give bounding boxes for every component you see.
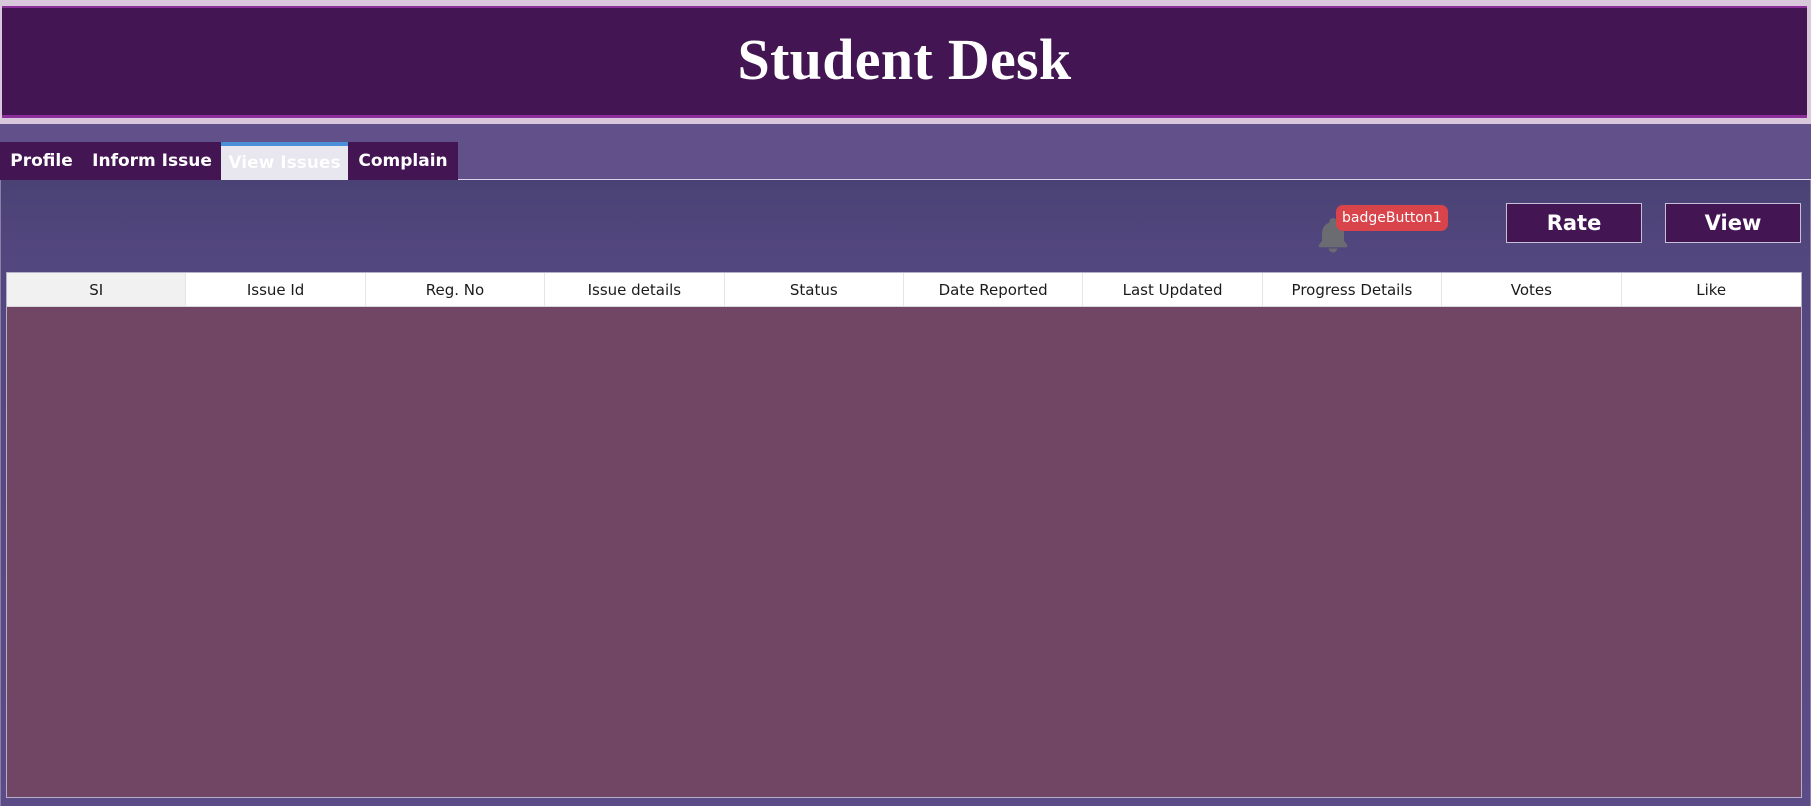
tab-label: View Issues xyxy=(228,153,341,173)
rate-button[interactable]: Rate xyxy=(1506,203,1642,243)
tab-label: Profile xyxy=(10,151,73,171)
tab-label: Complain xyxy=(358,151,448,171)
header-bar: Student Desk xyxy=(0,0,1811,124)
column-header-votes[interactable]: Votes xyxy=(1442,273,1622,306)
table-header: SI Issue Id Reg. No Issue details Status… xyxy=(7,273,1801,307)
tab-inform-issue[interactable]: Inform Issue xyxy=(83,142,221,180)
column-header-reg-no[interactable]: Reg. No xyxy=(365,273,546,306)
column-header-status[interactable]: Status xyxy=(724,273,904,306)
notification-badge[interactable]: badgeButton1 xyxy=(1336,205,1448,231)
column-header-last-updated[interactable]: Last Updated xyxy=(1083,273,1263,306)
column-header-date-reported[interactable]: Date Reported xyxy=(903,273,1084,306)
column-header-issue-id[interactable]: Issue Id xyxy=(186,273,366,306)
student-desk-window: Student Desk Profile Inform Issue View I… xyxy=(0,0,1811,806)
tab-view-issues[interactable]: View Issues xyxy=(221,142,348,180)
tab-strip: Profile Inform Issue View Issues Complai… xyxy=(0,124,1811,180)
view-button[interactable]: View xyxy=(1665,203,1801,243)
tab-complain[interactable]: Complain xyxy=(348,142,458,180)
column-header-progress-details[interactable]: Progress Details xyxy=(1262,273,1443,306)
column-header-like[interactable]: Like xyxy=(1621,273,1801,306)
column-header-si[interactable]: SI xyxy=(7,273,187,306)
page-title: Student Desk xyxy=(737,26,1072,92)
title-banner: Student Desk xyxy=(2,6,1807,118)
column-header-issue-details[interactable]: Issue details xyxy=(545,273,725,306)
issues-table[interactable]: SI Issue Id Reg. No Issue details Status… xyxy=(6,272,1802,798)
tab-profile[interactable]: Profile xyxy=(0,142,83,180)
tab-label: Inform Issue xyxy=(92,151,212,171)
